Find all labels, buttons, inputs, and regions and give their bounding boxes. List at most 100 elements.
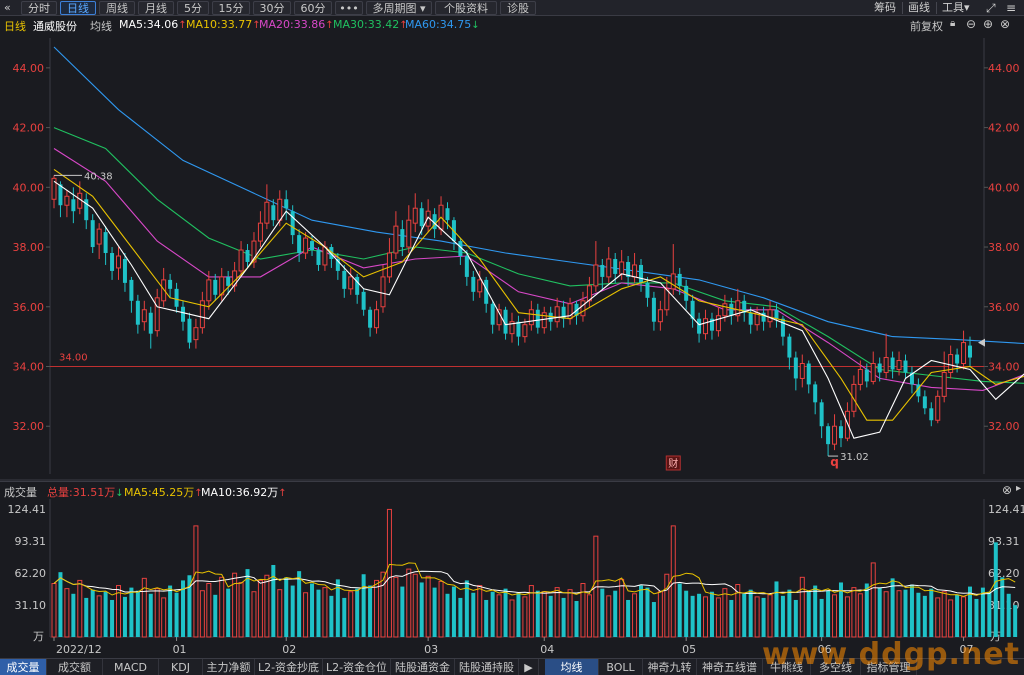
indicator-tab[interactable]: 指标管理 [861,659,917,675]
volume-bar-up [425,575,431,638]
ma20-text: MA20:33.86 [259,18,326,31]
event-marker-label: 财 [668,457,678,470]
indicator-tab[interactable]: MACD [103,659,159,675]
candle-body-down [955,354,960,364]
volume-tick-label-left: 93.31 [15,535,47,548]
candle-body-down [310,241,315,251]
back-icon[interactable]: « [4,1,11,15]
indicator-tab[interactable]: 主力净额 [203,659,255,675]
volume-bar-up [477,585,483,638]
tools-button[interactable]: 工具▾ [942,1,970,15]
indicator-tab[interactable]: 陆股通资金 [391,659,455,675]
volume-bar-down [535,590,540,637]
tab-15min[interactable]: 15分 [212,1,250,15]
close-icon[interactable]: ⊗ [1000,17,1010,31]
indicator-tab[interactable]: 均线 [545,659,599,675]
candle-body-up [277,198,283,221]
indicator-tabs: 成交量 成交额 MACD KDJ 主力净额 L2-资金抄底 L2-资金仓位 陆股通资金 陆股通持… [0,658,1024,675]
volume-bar-down [103,591,108,637]
tab-monthly[interactable]: 月线 [138,1,174,15]
indicator-tab[interactable]: L2-资金抄底 [255,659,323,675]
candle-body-up [896,360,902,370]
candlestick-chart[interactable]: 44.00 44.00 42.00 42.00 40.00 40.00 38.00 38.00… [0,34,1024,481]
candle-body-down [826,426,831,445]
candle-body-up [322,246,328,266]
more-periods-button[interactable]: ••• [335,1,363,15]
adjust-mode[interactable]: 前复权 [910,18,943,34]
indicator-tab[interactable]: 陆股通持股 [455,659,519,675]
tab-daily[interactable]: 日线 [60,1,96,15]
close-icon[interactable]: ⊗ [1002,483,1012,497]
tab-5min[interactable]: 5分 [177,1,209,15]
zoom-in-icon[interactable]: ⊕ [983,17,993,31]
volume-bar-down [955,594,960,637]
volume-ma5-text: MA5:45.25万 [124,486,195,499]
indicator-tab[interactable]: BOLL [599,659,643,675]
x-tick-label: 01 [173,643,187,656]
tab-weekly[interactable]: 周线 [99,1,135,15]
chevron-right-icon[interactable]: ▸ [1016,483,1021,494]
candle-body-up [528,309,534,326]
indicator-tab[interactable]: 牛熊线 [763,659,811,675]
volume-bar-down [290,585,295,637]
stock-profile-button[interactable]: 个股资料 [435,1,497,15]
current-price-pointer [978,338,985,347]
candle-body-up [799,363,805,379]
more-menu-icon[interactable]: ≡ [1006,1,1016,15]
volume-bar-down [451,586,456,637]
tab-60min[interactable]: 60分 [294,1,332,15]
indicator-tab[interactable]: 神奇九转 [643,659,697,675]
indicator-tab[interactable]: 神奇五线谱 [697,659,763,675]
candle-body-up [935,395,941,421]
indicator-tab[interactable]: 成交量 [0,659,47,675]
ma60-text: MA60:34.75 [405,18,472,31]
candle-body-down [838,426,843,439]
expand-icon[interactable]: ⤢ [986,1,996,15]
draw-line-button[interactable]: 画线 [908,1,930,15]
candle-body-down [806,363,811,385]
ma10-value: MA10:33.77↑ [186,18,261,31]
x-tick-label: 04 [540,643,554,656]
volume-ma5: MA5:45.25万↑ [124,484,203,500]
volume-bar-up [303,592,309,638]
volume-bar-down [626,599,631,637]
period-toolbar: « 分时 日线 周线 月线 5分 15分 30分 60分 ••• 多周期图 ▾ … [0,0,1024,16]
volume-bar-down [90,589,95,637]
volume-chart[interactable]: 124.41124.4193.3193.3162.2062.2031.1031.… [0,499,1024,658]
chips-button[interactable]: 筹码 [874,1,896,15]
volume-tick-label-left: 62.20 [15,567,47,580]
volume-bar-down [1000,577,1005,637]
ma-info-bar: 日线 通威股份 均线 MA5:34.06↑ MA10:33.77↑ MA20:3… [0,16,1024,34]
indicator-tab[interactable]: L2-资金仓位 [323,659,391,675]
more-indicators-arrow[interactable]: ▶ [519,659,539,675]
candle-body-up [264,201,270,224]
volume-bar-down [316,589,321,637]
indicator-tab[interactable]: KDJ [159,659,203,675]
multi-period-dropdown[interactable]: 多周期图 ▾ [366,1,432,15]
candle-body-up [406,219,412,248]
diagnose-button[interactable]: 诊股 [500,1,536,15]
volume-bar-down [826,590,831,637]
tab-30min[interactable]: 30分 [253,1,291,15]
volume-bar-down [793,599,798,637]
candle-body-up [303,237,309,254]
volume-bar-up [393,576,399,638]
volume-bar-down [929,588,934,637]
price-tick-label-right: 34.00 [988,360,1020,373]
indicator-tab[interactable]: 成交额 [47,659,103,675]
candle-body-down [245,250,250,262]
volume-header: 成交量 总量:31.51万↓ MA5:45.25万↑ MA10:36.92万↑ … [0,481,1024,499]
zoom-out-icon[interactable]: ⊖ [966,17,976,31]
volume-bar-down [548,595,553,637]
ma-label[interactable]: 均线 [90,18,112,34]
volume-bar-up [386,508,392,638]
x-tick-label: 05 [682,643,696,656]
lock-icon[interactable]: 🔒︎ [950,18,955,29]
indicator-tab[interactable]: 多空线 [811,659,861,675]
volume-bar-up [154,588,160,638]
tab-intraday[interactable]: 分时 [21,1,57,15]
volume-bar-up [522,596,528,638]
candle-body-down [71,199,76,212]
candle-body-down [110,253,115,271]
candle-body-down [535,309,540,328]
